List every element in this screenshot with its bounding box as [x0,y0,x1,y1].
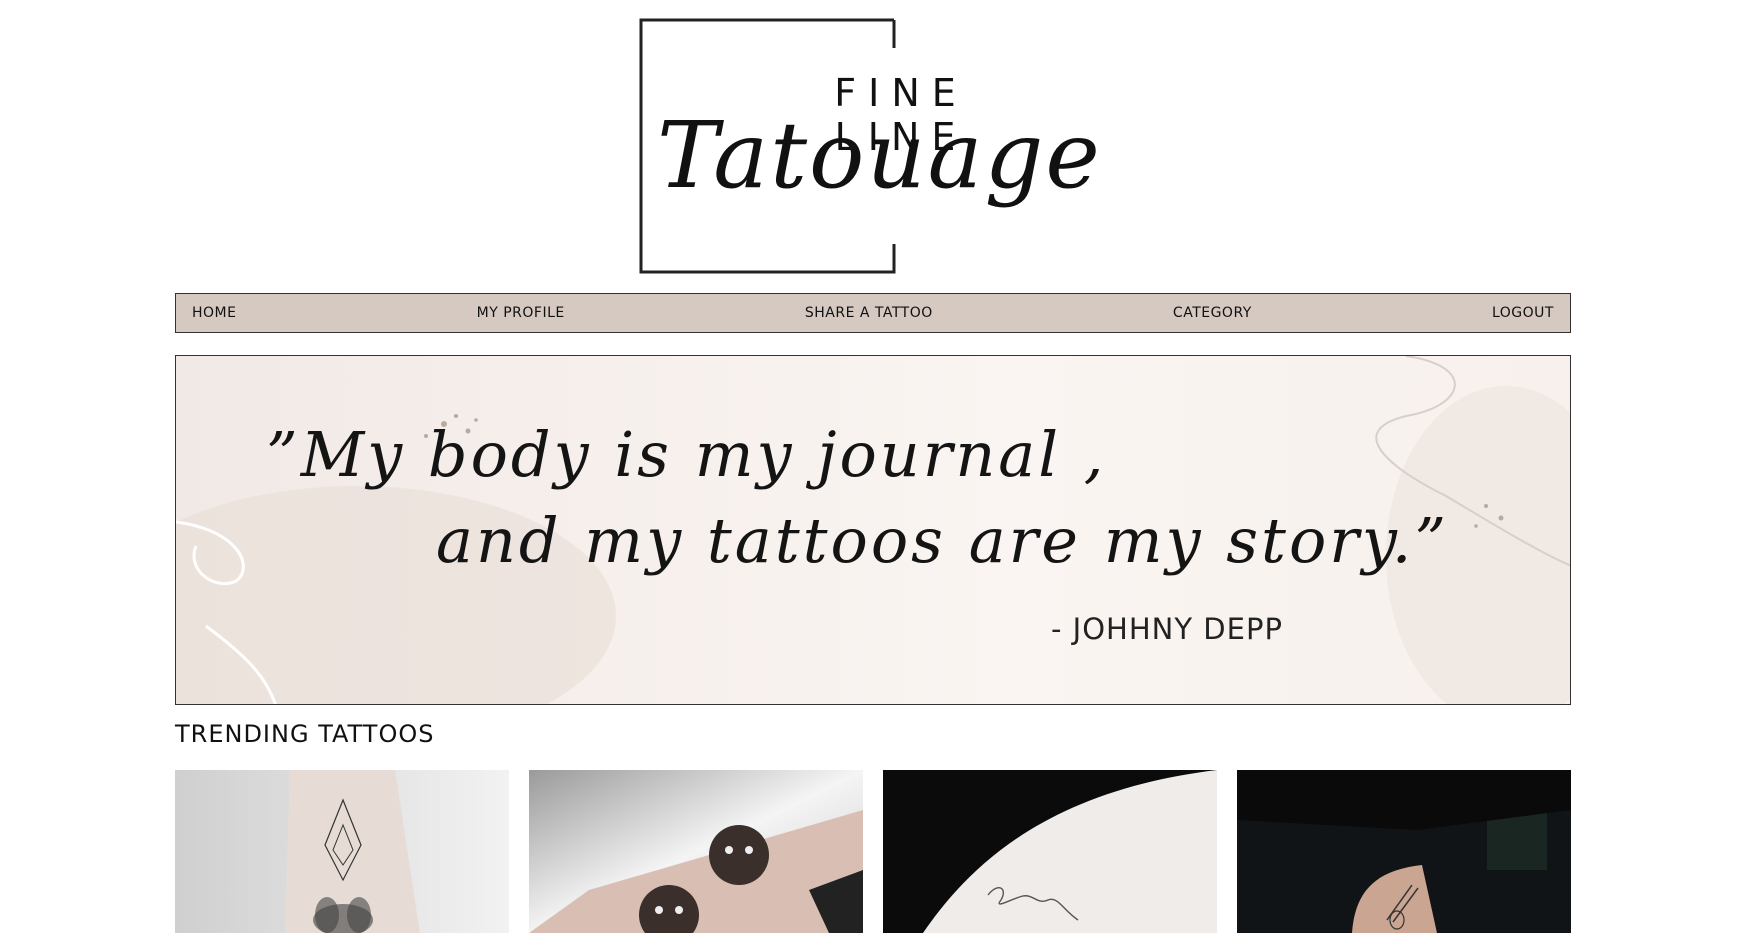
quote-line-1: ”My body is my journal , [266,418,1107,491]
dog-portrait-tattoo-image [529,770,863,933]
trending-grid [175,770,1571,933]
main-nav: HOME MY PROFILE SHARE A TATTOO CATEGORY … [175,293,1571,333]
nav-logout[interactable]: LOGOUT [1492,305,1554,321]
trending-card-1[interactable] [175,770,509,933]
logo-script-text: Tatouage [657,102,1102,209]
lotus-geometric-tattoo-image [175,770,509,933]
script-word-tattoo-image [883,770,1217,933]
quote-author: - JOHHNY DEPP [1051,612,1283,646]
trending-card-2[interactable] [529,770,863,933]
nav-my-profile[interactable]: MY PROFILE [477,305,565,321]
trending-title: TRENDING TATTOOS [175,720,435,748]
quote-line-2: and my tattoos are my story.” [436,504,1450,577]
page: FINE LINE Tatouage HOME MY PROFILE SHARE… [0,0,1571,933]
brand-logo[interactable]: FINE LINE Tatouage [639,18,1119,274]
fine-line-arm-tattoo-image [1237,770,1571,933]
trending-card-3[interactable] [883,770,1217,933]
nav-home[interactable]: HOME [192,305,236,321]
trending-card-4[interactable] [1237,770,1571,933]
quote-banner: ”My body is my journal , and my tattoos … [175,355,1571,705]
nav-category[interactable]: CATEGORY [1173,305,1252,321]
nav-share-a-tattoo[interactable]: SHARE A TATTOO [805,305,933,321]
